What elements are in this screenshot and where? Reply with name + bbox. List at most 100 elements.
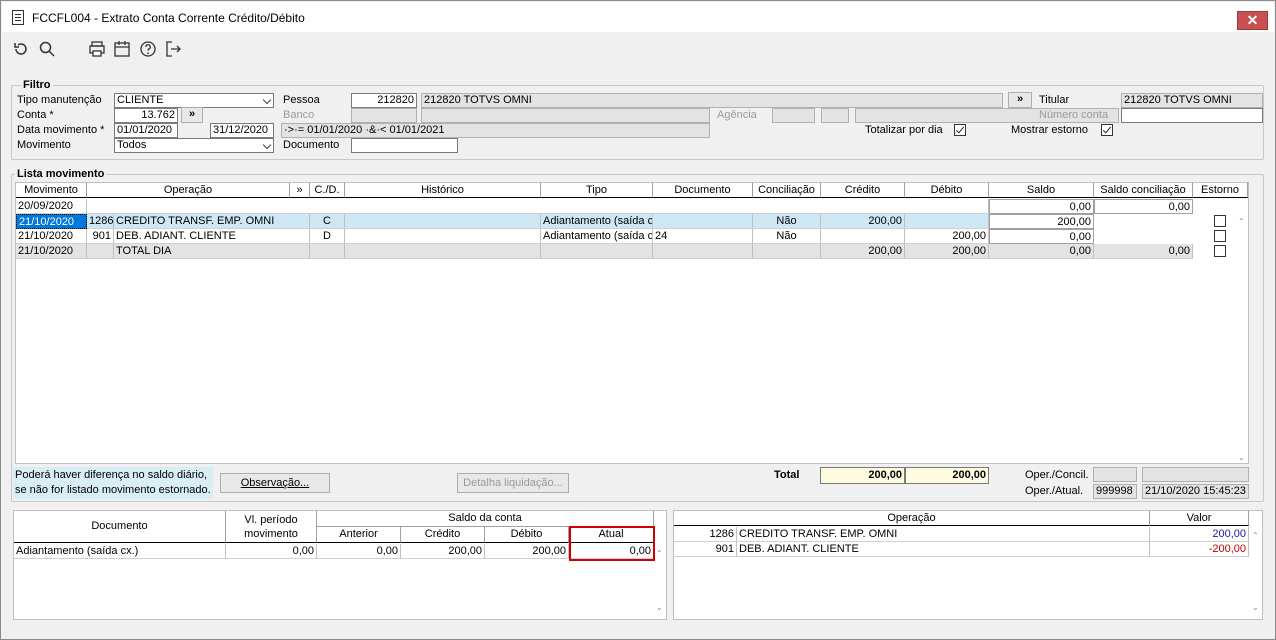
col-conciliacao[interactable]: Conciliação: [753, 183, 821, 198]
chevron-down-icon: [262, 140, 272, 150]
agencia-dv-input: [821, 108, 849, 123]
table-row[interactable]: 1286 CREDITO TRANSF. EMP. OMNI 200,00: [674, 527, 1250, 542]
data-movimento-label: Data movimento *: [17, 124, 105, 136]
detalha-liquidacao-button[interactable]: Detalha liquidação...: [457, 473, 569, 493]
numero-conta-input[interactable]: [1121, 108, 1263, 123]
scroll-down-icon[interactable]: ⌄: [1252, 603, 1260, 612]
col-credito[interactable]: Crédito: [821, 183, 905, 198]
col-valor[interactable]: Valor: [1150, 511, 1249, 526]
pessoa-input[interactable]: 212820: [351, 93, 417, 108]
col-estorno[interactable]: Estorno: [1193, 183, 1248, 198]
oper-atual-2: 21/10/2020 15:45:23: [1142, 484, 1249, 499]
cell-documento: [653, 214, 753, 229]
table-row[interactable]: 21/10/2020 1286 CREDITO TRANSF. EMP. OMN…: [16, 214, 1248, 229]
data-expressao-field: ·>·= 01/01/2020 ·&·< 01/01/2021: [281, 123, 710, 138]
cell-op-nome: DEB. ADIANT. CLIENTE: [114, 229, 310, 244]
col-operacao[interactable]: Operação: [87, 183, 290, 198]
scroll-up-icon[interactable]: ⌃: [1238, 217, 1246, 226]
table-row[interactable]: Adiantamento (saída cx.) 0,00 0,00 200,0…: [14, 544, 654, 559]
cell-blank: [87, 199, 989, 214]
col-debito[interactable]: Débito: [905, 183, 989, 198]
scroll-up-icon[interactable]: ⌃: [1252, 531, 1260, 540]
cell-saldo: 0,00: [989, 199, 1094, 214]
cell-debito: [905, 214, 989, 229]
table-row[interactable]: 21/10/2020 901 DEB. ADIANT. CLIENTE D Ad…: [16, 229, 1248, 244]
cell-movimento: 20/09/2020: [16, 199, 87, 214]
pessoa-more-button[interactable]: »: [1008, 92, 1032, 108]
col-documento[interactable]: Documento: [14, 511, 226, 543]
col-documento[interactable]: Documento: [653, 183, 753, 198]
scroll-up-icon[interactable]: ⌃: [656, 549, 664, 558]
cell-op-nome: CREDITO TRANSF. EMP. OMNI: [737, 527, 1150, 542]
exit-icon[interactable]: [164, 40, 182, 58]
col-expand[interactable]: »: [290, 183, 310, 198]
col-operacao[interactable]: Operação: [674, 511, 1150, 526]
totalizar-label: Totalizar por dia: [865, 124, 943, 136]
print-icon[interactable]: [88, 40, 106, 58]
documento-input[interactable]: [351, 138, 458, 153]
oper-concil-1: [1093, 467, 1137, 482]
cell-op-nome: TOTAL DIA: [114, 244, 310, 259]
cell-documento: Adiantamento (saída cx.): [14, 544, 226, 559]
chevron-down-icon: [262, 95, 272, 105]
table-row[interactable]: 901 DEB. ADIANT. CLIENTE -200,00: [674, 542, 1250, 557]
total-debito: 200,00: [905, 467, 989, 484]
refresh-icon[interactable]: [12, 40, 30, 58]
cell-op-cod: [87, 244, 114, 259]
oper-atual-1: 999998: [1093, 484, 1137, 499]
cell-vl-periodo: 0,00: [226, 544, 317, 559]
oper-concil-2: [1142, 467, 1249, 482]
cell-cd: [310, 244, 345, 259]
conta-input[interactable]: 13.762: [114, 108, 178, 123]
estorno-checkbox[interactable]: [1214, 215, 1226, 227]
table-row-total[interactable]: 21/10/2020 TOTAL DIA 200,00 200,00 0,00 …: [16, 244, 1248, 259]
cell-debito: 200,00: [905, 244, 989, 259]
col-tipo[interactable]: Tipo: [541, 183, 653, 198]
estorno-checkbox[interactable]: [1214, 245, 1226, 257]
cell-cd: D: [310, 229, 345, 244]
col-saldo-conta[interactable]: Saldo da conta: [317, 511, 654, 527]
col-debito[interactable]: Débito: [485, 527, 569, 543]
movimento-label: Movimento: [17, 139, 71, 151]
col-movimento[interactable]: Movimento: [16, 183, 87, 198]
col-vl-periodo[interactable]: Vl. período movimento: [226, 511, 317, 543]
scroll-down-icon[interactable]: ⌄: [1238, 453, 1246, 462]
search-icon[interactable]: [38, 40, 56, 58]
col-anterior[interactable]: Anterior: [317, 527, 401, 543]
mostrar-estorno-label: Mostrar estorno: [1011, 124, 1089, 136]
tipo-manutencao-select[interactable]: CLIENTE: [114, 93, 274, 108]
help-icon[interactable]: [139, 40, 157, 58]
mostrar-estorno-checkbox[interactable]: [1101, 124, 1113, 136]
estorno-checkbox[interactable]: [1214, 230, 1226, 242]
totalizar-checkbox[interactable]: [954, 124, 966, 136]
cell-conciliacao: Não: [753, 229, 821, 244]
cell-saldo: 0,00: [989, 244, 1094, 259]
close-button[interactable]: ✕: [1237, 11, 1268, 30]
cell-conciliacao: [753, 244, 821, 259]
conta-more-button[interactable]: »: [181, 107, 203, 123]
movimento-select[interactable]: Todos: [114, 138, 274, 153]
calendar-icon[interactable]: [113, 40, 131, 58]
cell-credito: 200,00: [401, 544, 485, 559]
cell-debito: 200,00: [485, 544, 569, 559]
cell-debito: 200,00: [905, 229, 989, 244]
titular-field: 212820 TOTVS OMNI: [1121, 93, 1263, 108]
tipo-manutencao-label: Tipo manutenção: [17, 94, 102, 106]
col-saldo-conciliacao[interactable]: Saldo conciliação: [1094, 183, 1193, 198]
data-inicio-input[interactable]: 01/01/2020: [114, 123, 178, 138]
agencia-label: Agência: [717, 109, 757, 121]
cell-saldo: 200,00: [989, 214, 1094, 229]
col-saldo[interactable]: Saldo: [989, 183, 1094, 198]
table-row[interactable]: 20/09/2020 0,00 0,00: [16, 199, 1248, 214]
cell-op-cod: 1286: [674, 527, 737, 542]
cell-documento: [653, 244, 753, 259]
col-historico[interactable]: Histórico: [345, 183, 541, 198]
aviso-text: Poderá haver diferença no saldo diário, …: [13, 467, 213, 499]
lista-legend: Lista movimento: [15, 168, 107, 180]
col-credito[interactable]: Crédito: [401, 527, 485, 543]
data-fim-input[interactable]: 31/12/2020: [210, 123, 274, 138]
col-cd[interactable]: C./D.: [310, 183, 345, 198]
cell-historico: [345, 229, 541, 244]
observacao-button[interactable]: Observação...: [220, 473, 330, 493]
scroll-down-icon[interactable]: ⌄: [656, 603, 664, 612]
